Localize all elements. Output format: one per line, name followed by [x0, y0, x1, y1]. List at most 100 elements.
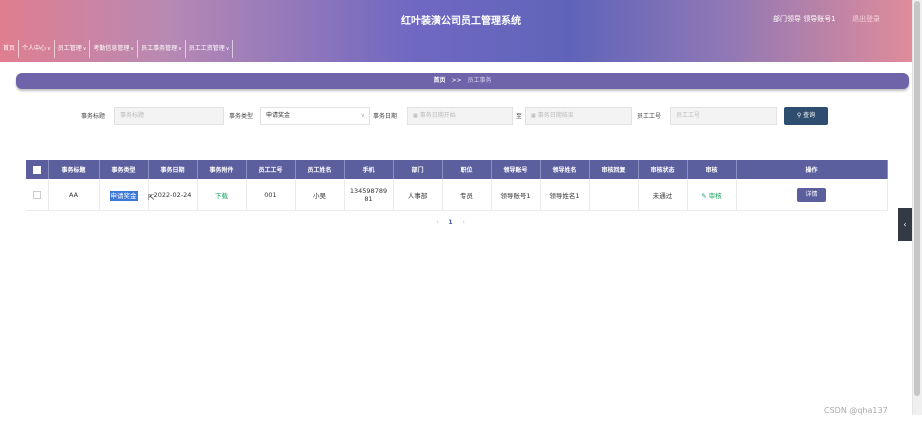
nav-salary-management-label: 员工工资管理 [188, 45, 225, 52]
cell-status: 未通过 [638, 179, 688, 211]
column-header: 审核状态 [638, 160, 688, 179]
nav-attendance-management[interactable]: 考勤信息管理∨ [90, 40, 139, 58]
table-header-row: 事务标题 事务类型 事务日期 事务附件 员工工号 员工姓名 手机 部门 职位 领… [26, 160, 888, 179]
column-header: 操作 [736, 160, 888, 179]
date-label: 事务日期 [373, 113, 398, 120]
search-button[interactable]: ⚲ 查询 [784, 107, 828, 125]
empno-search-input[interactable]: 员工工号 [670, 107, 777, 125]
cell-actions: 详情 [736, 179, 888, 211]
nav-attendance-management-label: 考勤信息管理 [93, 45, 130, 52]
column-header: 审核 [687, 160, 737, 179]
cell-date: 2022-02-24 [148, 179, 198, 211]
side-panel-toggle[interactable]: ‹ [898, 208, 912, 241]
cell-emp-name: 小吴 [295, 179, 345, 211]
cell-type: 申请奖金 [99, 179, 149, 211]
date-to-label: 至 [516, 113, 523, 120]
column-header: 领导姓名 [540, 160, 590, 179]
date-end-placeholder: 事务日期结束 [537, 112, 574, 119]
nav-personal-center[interactable]: 个人中心∨ [19, 40, 55, 58]
chevron-down-icon: ∨ [225, 46, 230, 52]
breadcrumb-current: 员工事务 [467, 77, 492, 84]
type-select[interactable]: 申请奖金 ∨ [260, 107, 370, 125]
column-header: 员工工号 [246, 160, 296, 179]
review-link[interactable]: ✎ 审核 [701, 192, 722, 200]
cell-leader-name: 领导姓名1 [540, 179, 590, 211]
affairs-table: 事务标题 事务类型 事务日期 事务附件 员工工号 员工姓名 手机 部门 职位 领… [26, 160, 888, 211]
column-header: 事务类型 [99, 160, 149, 179]
column-header: 员工姓名 [295, 160, 345, 179]
nav-affairs-management-label: 员工事务管理 [141, 45, 178, 52]
select-all-checkbox[interactable] [32, 165, 41, 174]
select-all-header[interactable] [26, 160, 49, 179]
cell-attachment: 下载 [197, 179, 247, 211]
column-header: 领导账号 [491, 160, 541, 179]
vertical-scrollbar-thumb[interactable] [914, 1, 920, 396]
logout-link[interactable]: 退出登录 [852, 14, 880, 24]
type-label: 事务类型 [229, 113, 254, 120]
user-info: 部门领导 领导账号1 [773, 15, 836, 23]
chevron-down-icon: ∨ [360, 112, 365, 119]
breadcrumb: 首页 >> 员工事务 [16, 73, 909, 89]
type-select-value: 申请奖金 [266, 112, 291, 119]
chevron-down-icon: ∨ [82, 46, 87, 52]
cell-phone: 134598789 81 [344, 179, 394, 211]
nav-affairs-management[interactable]: 员工事务管理∨ [138, 40, 186, 58]
search-form: 事务标题 事务标题 事务类型 申请奖金 ∨ 事务日期 ▦ 事务日期开始 至 ▦ 事务日… [0, 107, 922, 127]
current-page-number[interactable]: 1 [448, 219, 452, 226]
cell-leader-account: 领导账号1 [491, 179, 541, 211]
table-row: AA 申请奖金 2022-02-24 下载 001 小吴 134598789 81… [26, 179, 888, 211]
chevron-left-icon: ‹ [903, 220, 907, 229]
column-header: 事务日期 [148, 160, 198, 179]
breadcrumb-home[interactable]: 首页 [434, 77, 446, 84]
nav-salary-management[interactable]: 员工工资管理∨ [186, 40, 234, 58]
download-link[interactable]: 下载 [215, 192, 228, 200]
empno-label: 员工工号 [637, 113, 662, 120]
column-header: 职位 [442, 160, 492, 179]
cell-review: ✎ 审核 [687, 179, 737, 211]
chevron-down-icon: ∨ [178, 46, 182, 52]
cell-title: AA [48, 179, 100, 211]
cell-emp-no: 001 [246, 179, 296, 211]
cell-reply [589, 179, 639, 211]
nav-home-label: 首页 [3, 45, 16, 52]
date-end-input[interactable]: ▦ 事务日期结束 [525, 107, 632, 125]
watermark: CSDN @qha137 [824, 406, 888, 415]
main-menu: 首页 个人中心∨ 员工管理∨ 考勤信息管理∨ 员工事务管理∨ 员工工资管理∨ [0, 40, 234, 58]
column-header: 事务标题 [48, 160, 100, 179]
column-header: 审核回复 [589, 160, 639, 179]
cell-department: 人事部 [393, 179, 443, 211]
chevron-down-icon: ∨ [130, 46, 135, 52]
title-search-input[interactable]: 事务标题 [114, 107, 224, 125]
breadcrumb-separator: >> [451, 77, 462, 84]
detail-button[interactable]: 详情 [797, 187, 826, 202]
row-select-cell[interactable] [26, 179, 49, 211]
title-placeholder: 事务标题 [120, 112, 145, 119]
column-header: 事务附件 [197, 160, 247, 179]
review-link-label: 审核 [708, 191, 722, 200]
pagination: ‹ 1 › [436, 219, 465, 226]
phone-line-1: 134598789 [349, 186, 388, 195]
title-label: 事务标题 [81, 113, 106, 120]
column-header: 部门 [393, 160, 443, 179]
nav-employee-management[interactable]: 员工管理∨ [55, 40, 91, 58]
top-navigation-bar: 红叶装潢公司员工管理系统 部门领导 领导账号1 退出登录 首页 个人中心∨ 员工… [0, 0, 922, 62]
edit-icon: ✎ [701, 191, 707, 200]
empno-placeholder: 员工工号 [676, 112, 701, 119]
date-start-placeholder: 事务日期开始 [419, 112, 456, 119]
nav-employee-management-label: 员工管理 [57, 45, 82, 52]
row-checkbox[interactable] [32, 190, 41, 199]
selected-text: 申请奖金 [109, 190, 138, 201]
prev-page-button[interactable]: ‹ [436, 219, 438, 226]
column-header: 手机 [344, 160, 394, 179]
date-start-input[interactable]: ▦ 事务日期开始 [407, 107, 513, 125]
search-button-label: 查询 [803, 112, 816, 119]
next-page-button[interactable]: › [462, 219, 464, 226]
nav-home[interactable]: 首页 [0, 40, 20, 58]
chevron-down-icon: ∨ [47, 46, 51, 52]
nav-personal-center-label: 个人中心 [22, 45, 47, 52]
phone-line-2: 81 [364, 194, 373, 203]
cell-position: 专员 [442, 179, 492, 211]
search-icon: ⚲ [796, 112, 802, 119]
calendar-icon: ▦ [413, 113, 418, 119]
calendar-icon: ▦ [531, 113, 536, 119]
